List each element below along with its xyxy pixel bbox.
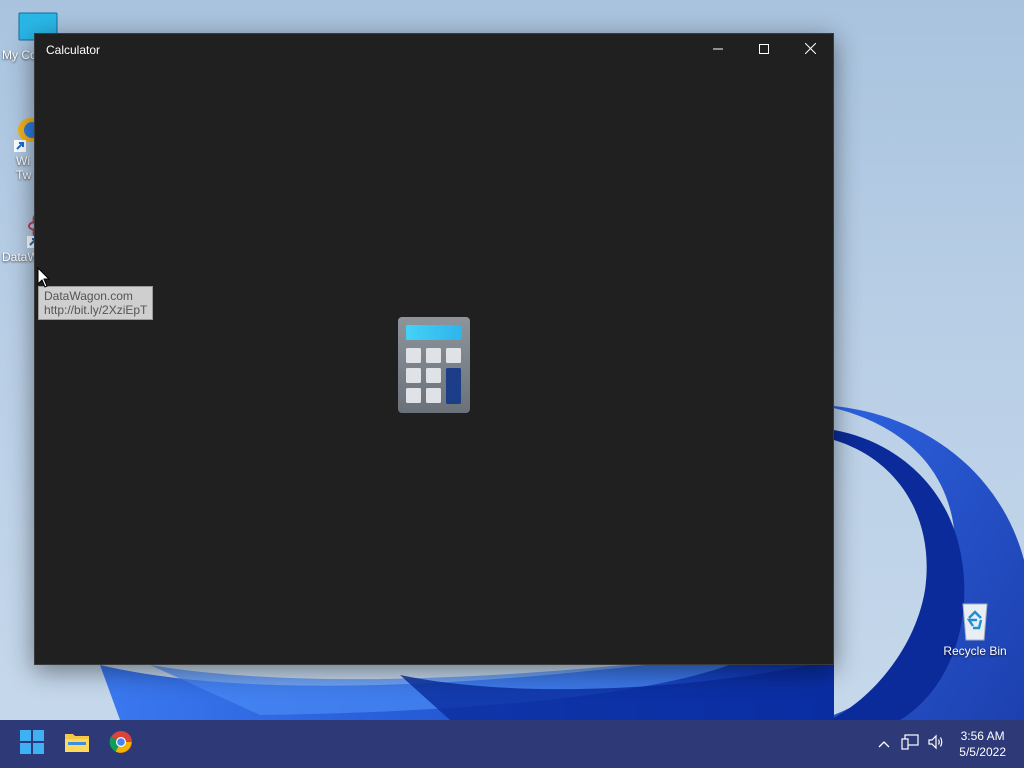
volume-button[interactable] [923,720,949,768]
volume-icon [927,734,945,755]
mouse-cursor-icon [37,267,51,288]
clock[interactable]: 3:56 AM 5/5/2022 [949,728,1024,760]
file-explorer-button[interactable] [57,724,97,764]
start-button[interactable] [12,724,52,764]
clock-time: 3:56 AM [960,729,1005,743]
show-hidden-icons-button[interactable] [871,720,897,768]
network-icon [901,733,919,755]
window-title: Calculator [46,43,101,57]
close-button[interactable] [787,34,833,66]
chevron-up-icon [878,735,890,753]
chrome-button[interactable] [101,724,141,764]
label-line-2: Tw [16,168,32,182]
windows-start-icon [20,729,44,759]
calculator-icon [398,317,470,418]
desktop-icon-recycle-bin[interactable]: Recycle Bin [940,598,1010,658]
network-button[interactable] [897,720,923,768]
clock-date: 5/5/2022 [959,745,1006,759]
file-explorer-icon [64,731,90,758]
desktop-icon-label: Recycle Bin [943,644,1007,658]
maximize-icon [759,43,769,57]
system-tray: 3:56 AM 5/5/2022 [871,720,1024,768]
desktop: My Co Wi Tw DataW Recycle Bin Calculator… [0,0,1024,768]
minimize-icon [713,43,723,57]
calculator-window: Calculator [34,33,834,665]
label-line-1: Wi [16,154,30,168]
tooltip-line-2: http://bit.ly/2XziEpT [44,303,148,317]
tooltip: DataWagon.com http://bit.ly/2XziEpT [38,286,154,320]
recycle-bin-icon [955,598,995,642]
chrome-icon [109,730,133,759]
close-icon [804,42,816,57]
taskbar: 3:56 AM 5/5/2022 [0,720,1024,768]
tooltip-line-1: DataWagon.com [44,289,133,303]
minimize-button[interactable] [695,34,741,66]
titlebar[interactable]: Calculator [35,34,833,66]
maximize-button[interactable] [741,34,787,66]
